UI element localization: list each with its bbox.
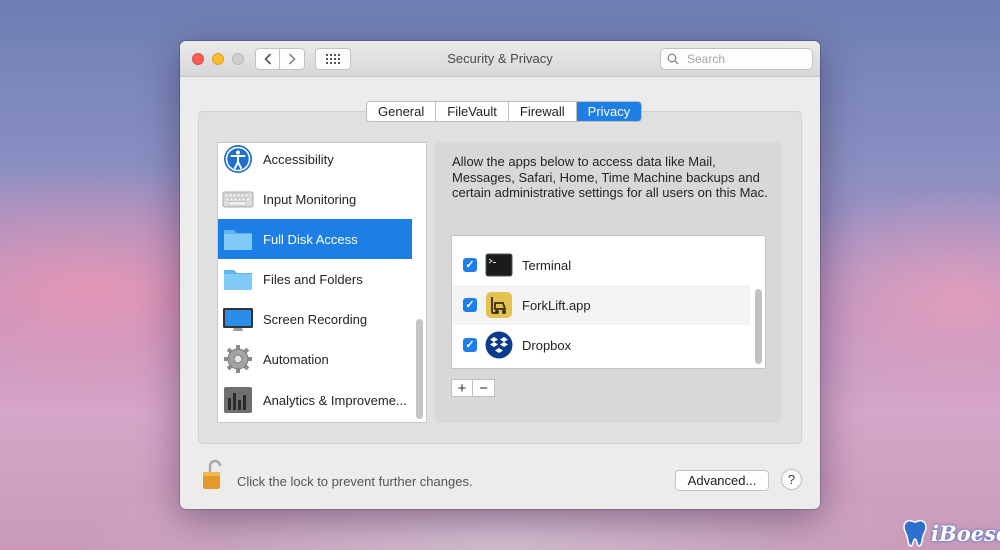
display-icon — [223, 308, 253, 331]
app-row-dropbox[interactable]: ✓ Dropbox — [452, 325, 750, 365]
app-row-forklift[interactable]: ✓ ForkLift.app — [452, 285, 750, 325]
accessibility-icon — [224, 145, 252, 173]
app-list-scrollbar[interactable] — [755, 289, 762, 364]
tab-bar: General FileVault Firewall Privacy — [366, 101, 643, 122]
category-label: Accessibility — [263, 151, 334, 167]
security-privacy-window: Security & Privacy Search General FileVa… — [180, 41, 820, 509]
add-app-button[interactable]: + — [451, 379, 473, 397]
category-label: Screen Recording — [263, 311, 368, 327]
watermark-text: iBoesoft — [931, 520, 1000, 546]
category-screen-recording[interactable]: Screen Recording — [218, 299, 412, 339]
lock-icon[interactable] — [202, 459, 224, 491]
tab-general[interactable]: General — [367, 102, 437, 121]
category-label: Input Monitoring — [263, 191, 357, 207]
checkbox-terminal[interactable]: ✓ — [463, 258, 477, 272]
app-list: ✓ Terminal ✓ ForkLift.app ✓ Dropbox — [451, 235, 766, 369]
category-analytics[interactable]: Analytics & Improveme... — [218, 380, 412, 420]
dropbox-icon — [485, 331, 513, 359]
keyboard-icon — [222, 191, 254, 208]
terminal-icon — [485, 253, 513, 277]
lock-message: Click the lock to prevent further change… — [237, 474, 473, 489]
checkbox-dropbox[interactable]: ✓ — [463, 338, 477, 352]
category-label: Automation — [263, 351, 329, 367]
category-full-disk-access[interactable]: Full Disk Access — [218, 219, 412, 259]
tooth-logo-icon — [903, 519, 927, 547]
forklift-icon — [486, 292, 512, 318]
category-automation[interactable]: Automation — [218, 339, 412, 379]
category-input-monitoring[interactable]: Input Monitoring — [218, 179, 412, 219]
remove-app-button[interactable]: − — [473, 379, 495, 397]
folder-icon — [224, 270, 252, 290]
app-row-terminal[interactable]: ✓ Terminal — [452, 245, 750, 285]
category-scrollbar[interactable] — [416, 319, 423, 419]
advanced-button[interactable]: Advanced... — [675, 470, 769, 491]
category-label: Files and Folders — [263, 271, 363, 287]
search-icon — [667, 53, 679, 65]
app-name: Terminal — [522, 257, 572, 273]
category-accessibility[interactable]: Accessibility — [218, 143, 412, 179]
search-placeholder: Search — [687, 52, 726, 66]
category-label: Analytics & Improveme... — [263, 392, 407, 408]
list-item-partial — [452, 236, 750, 245]
title-bar: Security & Privacy Search — [180, 41, 820, 77]
app-name: Dropbox — [522, 337, 572, 353]
tab-firewall[interactable]: Firewall — [509, 102, 577, 121]
full-disk-access-description: Allow the apps below to access data like… — [452, 154, 768, 200]
analytics-icon — [224, 387, 252, 413]
category-files-and-folders[interactable]: Files and Folders — [218, 259, 412, 299]
tab-filevault[interactable]: FileVault — [436, 102, 509, 121]
search-field[interactable]: Search — [660, 48, 813, 70]
gear-icon — [224, 345, 252, 373]
category-label: Full Disk Access — [263, 231, 358, 247]
app-name: ForkLift.app — [522, 297, 591, 313]
help-button[interactable]: ? — [781, 469, 802, 490]
watermark-logo: iBoesoft — [902, 518, 1000, 548]
folder-icon — [224, 230, 252, 250]
privacy-category-list: Accessibility Input Monitoring Full Disk… — [217, 142, 427, 423]
checkbox-forklift[interactable]: ✓ — [463, 298, 477, 312]
tab-privacy[interactable]: Privacy — [576, 102, 642, 121]
